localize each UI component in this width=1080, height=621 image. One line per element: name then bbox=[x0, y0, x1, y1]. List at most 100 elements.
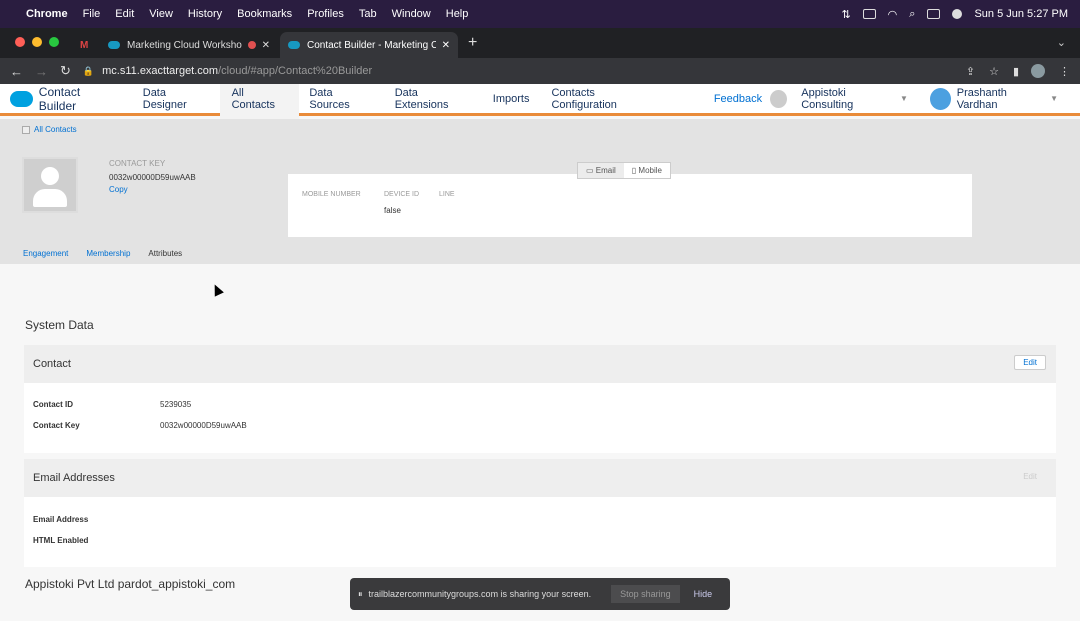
field-row: Email Address bbox=[33, 515, 160, 524]
salesforce-cloud-icon bbox=[10, 90, 33, 107]
spotlight-icon[interactable]: ⌕ bbox=[909, 8, 915, 21]
org-switcher[interactable]: Appistoki Consulting bbox=[801, 87, 896, 111]
breadcrumb-label[interactable]: All Contacts bbox=[34, 125, 77, 134]
org-avatar bbox=[770, 89, 788, 108]
contact-subtabs: Engagement Membership Attributes bbox=[23, 249, 182, 258]
mac-menubar: Chrome File Edit View History Bookmarks … bbox=[0, 0, 1080, 28]
pause-icon[interactable]: ⏸ bbox=[358, 589, 363, 600]
menu-tab[interactable]: Tab bbox=[359, 8, 377, 20]
field-value: 5239035 bbox=[160, 400, 192, 409]
tab-marketing-cloud-workshop[interactable]: Marketing Cloud Worksho ✕ bbox=[100, 32, 278, 58]
contact-builder-page: Contact Builder Data Designer All Contac… bbox=[0, 84, 1080, 621]
profile-avatar[interactable] bbox=[1031, 64, 1045, 78]
tab-contact-builder[interactable]: Contact Builder - Marketing Cl ✕ bbox=[280, 32, 458, 58]
contact-section: Contact Edit Contact ID 5239035 Contact … bbox=[24, 345, 1056, 453]
section-title: System Data bbox=[25, 318, 94, 332]
section-body: Contact ID 5239035 Contact Key 0032w0000… bbox=[24, 383, 1056, 453]
field-label: Contact ID bbox=[33, 400, 73, 409]
contact-key-value: 0032w00000D59uwAAB bbox=[109, 173, 196, 182]
close-tab-icon[interactable]: ✕ bbox=[442, 40, 450, 51]
contact-key-label: CONTACT KEY bbox=[109, 159, 166, 168]
tab-engagement[interactable]: Engagement bbox=[23, 249, 68, 258]
device-id-value: false bbox=[384, 206, 401, 215]
menu-profiles[interactable]: Profiles bbox=[307, 8, 344, 20]
control-center-icon[interactable] bbox=[927, 9, 941, 19]
menu-window[interactable]: Window bbox=[392, 8, 431, 20]
feedback-link[interactable]: Feedback bbox=[714, 93, 762, 105]
user-menu[interactable]: Prashanth Vardhan bbox=[957, 87, 1046, 111]
nav-data-designer[interactable]: Data Designer bbox=[143, 87, 210, 111]
hide-button[interactable]: Hide bbox=[694, 589, 713, 599]
close-window-icon[interactable] bbox=[15, 37, 25, 47]
menu-bookmarks[interactable]: Bookmarks bbox=[237, 8, 292, 20]
new-tab-icon[interactable]: + bbox=[468, 34, 477, 52]
nav-data-sources[interactable]: Data Sources bbox=[309, 87, 372, 111]
siri-icon[interactable] bbox=[952, 9, 963, 19]
status-area: ⇅ ◠ ⌕ Sun 5 Jun 5:27 PM bbox=[841, 8, 1068, 21]
nav-contacts-configuration[interactable]: Contacts Configuration bbox=[551, 87, 657, 111]
window-controls bbox=[15, 37, 59, 47]
section-heading: Email Addresses bbox=[33, 472, 115, 484]
minimize-window-icon[interactable] bbox=[32, 37, 42, 47]
field-label: Contact Key bbox=[33, 421, 80, 430]
stop-sharing-button[interactable]: Stop sharing bbox=[611, 585, 680, 603]
menu-history[interactable]: History bbox=[188, 8, 222, 20]
nav-data-extensions[interactable]: Data Extensions bbox=[395, 87, 471, 111]
url-host: mc.s11.exacttarget.com bbox=[102, 65, 219, 77]
chevron-down-icon[interactable]: ▼ bbox=[900, 94, 908, 103]
breadcrumb-icon bbox=[22, 125, 30, 134]
copy-link[interactable]: Copy bbox=[109, 185, 128, 194]
section-header: Contact Edit bbox=[24, 345, 1056, 383]
user-avatar[interactable] bbox=[929, 87, 951, 110]
tab-strip: M Marketing Cloud Worksho ✕ Contact Buil… bbox=[0, 28, 1080, 58]
salesforce-favicon-icon bbox=[288, 41, 300, 49]
salesforce-favicon-icon bbox=[108, 41, 120, 49]
toggle-mobile[interactable]: ▯ Mobile bbox=[624, 163, 670, 178]
menu-edit[interactable]: Edit bbox=[115, 8, 134, 20]
edit-button[interactable]: Edit bbox=[1014, 355, 1046, 370]
close-tab-icon[interactable]: ✕ bbox=[262, 40, 270, 51]
screen-share-bar: ⏸ trailblazercommunitygroups.com is shar… bbox=[350, 578, 730, 610]
wifi-icon[interactable]: ◠ bbox=[888, 8, 898, 21]
edit-button[interactable]: Edit bbox=[1014, 469, 1046, 484]
field-row: Contact ID 5239035 bbox=[33, 400, 191, 409]
gmail-tab-icon[interactable]: M bbox=[80, 40, 88, 51]
menu-file[interactable]: File bbox=[83, 8, 101, 20]
back-icon[interactable]: ← bbox=[10, 64, 23, 79]
tab-attributes[interactable]: Attributes bbox=[148, 249, 182, 258]
app-nav: Contact Builder Data Designer All Contac… bbox=[0, 84, 1080, 123]
more-menu-icon[interactable]: ⋮ bbox=[1059, 65, 1070, 78]
share-icon[interactable]: ⇪ bbox=[966, 65, 975, 78]
battery-icon[interactable] bbox=[862, 9, 876, 19]
menu-help[interactable]: Help bbox=[446, 8, 469, 20]
nav-imports[interactable]: Imports bbox=[493, 93, 530, 105]
tab-search-chevron-icon[interactable]: ⌄ bbox=[1057, 36, 1066, 49]
section-body: Email Address HTML Enabled bbox=[24, 497, 1056, 567]
lock-icon[interactable]: 🔒 bbox=[83, 66, 94, 77]
tab-title: Marketing Cloud Worksho bbox=[127, 39, 242, 51]
browser-toolbar: ← → ↻ 🔒 mc.s11.exacttarget.com /cloud/#a… bbox=[0, 58, 1080, 84]
contact-header: All Contacts CONTACT KEY 0032w00000D59uw… bbox=[0, 119, 1080, 264]
field-row: Contact Key 0032w00000D59uwAAB bbox=[33, 421, 247, 430]
tab-membership[interactable]: Membership bbox=[86, 249, 130, 258]
field-label: HTML Enabled bbox=[33, 536, 89, 545]
email-addresses-section: Email Addresses Edit Email Address HTML … bbox=[24, 459, 1056, 567]
nav-all-contacts[interactable]: All Contacts bbox=[219, 84, 300, 123]
address-bar[interactable]: 🔒 mc.s11.exacttarget.com /cloud/#app/Con… bbox=[83, 61, 952, 81]
airdrop-icon[interactable]: ⇅ bbox=[841, 8, 850, 21]
org-section-title: Appistoki Pvt Ltd pardot_appistoki_com bbox=[25, 577, 236, 591]
chevron-down-icon[interactable]: ▼ bbox=[1050, 94, 1058, 103]
recording-icon bbox=[247, 41, 256, 49]
bookmark-star-icon[interactable]: ☆ bbox=[989, 65, 999, 78]
reload-icon[interactable]: ↻ bbox=[60, 63, 71, 79]
clock[interactable]: Sun 5 Jun 5:27 PM bbox=[974, 8, 1068, 20]
field-label: Email Address bbox=[33, 515, 89, 524]
breadcrumb[interactable]: All Contacts bbox=[22, 125, 77, 134]
side-panel-icon[interactable]: ▮ bbox=[1013, 65, 1019, 78]
menu-view[interactable]: View bbox=[149, 8, 173, 20]
toggle-email[interactable]: ▭ Email bbox=[578, 163, 624, 178]
menu-app[interactable]: Chrome bbox=[26, 8, 68, 20]
forward-icon[interactable]: → bbox=[35, 64, 48, 79]
zoom-window-icon[interactable] bbox=[49, 37, 59, 47]
section-header: Email Addresses Edit bbox=[24, 459, 1056, 497]
